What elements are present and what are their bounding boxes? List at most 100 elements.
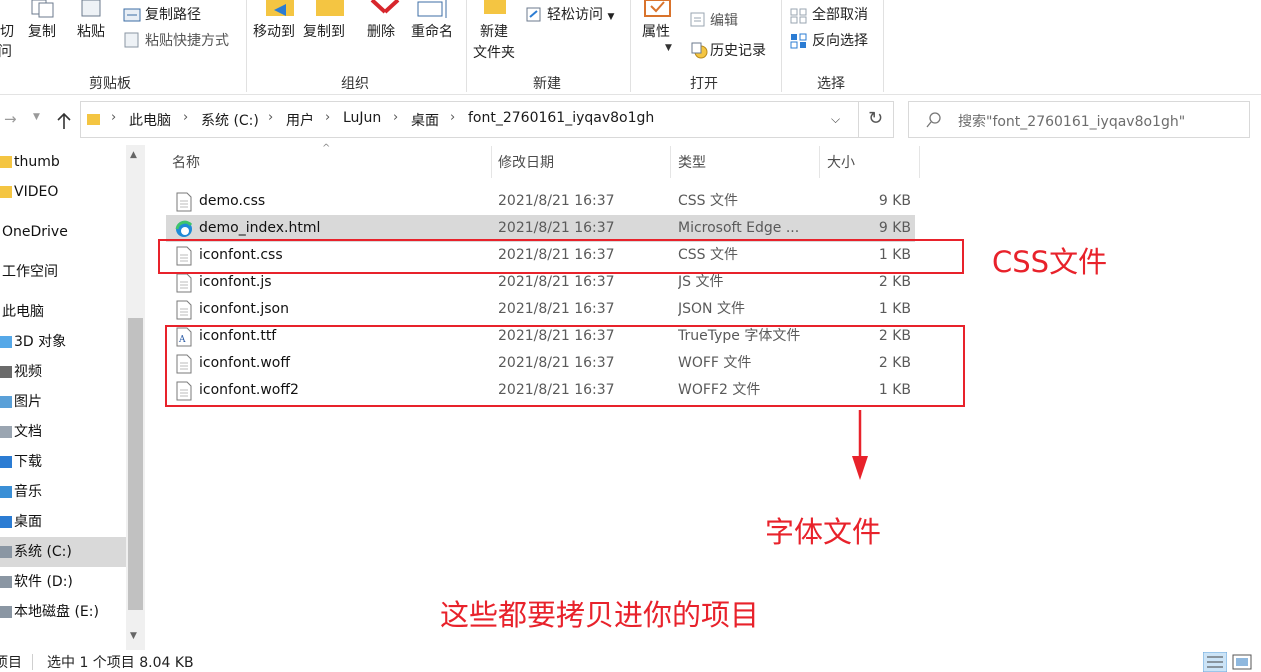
nav-item[interactable]: 文档: [0, 417, 126, 447]
column-divider[interactable]: [491, 146, 492, 178]
3d-objects-icon: [0, 336, 12, 348]
column-divider[interactable]: [670, 146, 671, 178]
breadcrumb-separator-icon[interactable]: ›: [325, 110, 330, 125]
nav-item-label: 音乐: [14, 484, 42, 500]
rename-icon: [417, 0, 447, 18]
nav-item-label: 此电脑: [2, 304, 44, 320]
paste-button[interactable]: 粘贴: [77, 22, 105, 42]
annotation-box-fonts: [165, 325, 965, 407]
annotation-arrow-icon: [852, 410, 868, 480]
breadcrumb-separator-icon[interactable]: ›: [268, 110, 273, 125]
drive-icon: [0, 606, 12, 618]
nav-item-label: OneDrive: [2, 224, 68, 240]
details-view-icon[interactable]: [1203, 652, 1227, 672]
ribbon-divider: [883, 0, 884, 92]
move-to-button[interactable]: 移动到: [253, 22, 295, 42]
chevron-down-icon: ▼: [607, 12, 615, 22]
nav-item[interactable]: 音乐: [0, 477, 126, 507]
nav-item[interactable]: 系统 (C:): [0, 537, 126, 567]
column-header-date[interactable]: 修改日期: [498, 152, 554, 174]
file-row[interactable]: demo.css 2021/8/21 16:37 CSS 文件 9 KB: [166, 188, 915, 215]
chevron-down-icon[interactable]: ▼: [665, 38, 672, 58]
navigation-scroll-thumb[interactable]: [128, 318, 143, 610]
video-icon: [0, 366, 12, 378]
breadcrumb-lujun[interactable]: LuJun: [343, 110, 381, 126]
search-placeholder: 搜索"font_2760161_iyqav8o1gh": [958, 114, 1186, 130]
breadcrumb-users[interactable]: 用户: [286, 110, 314, 130]
status-item-count: 项目: [0, 655, 22, 671]
column-header-type[interactable]: 类型: [678, 152, 706, 174]
status-selection: 选中 1 个项目 8.04 KB: [47, 655, 194, 671]
nav-item[interactable]: thumb: [0, 147, 126, 177]
cut-button[interactable]: 剪切: [0, 22, 14, 42]
back-arrow-icon[interactable]: →: [4, 110, 17, 128]
select-none-button[interactable]: 全部取消: [812, 5, 868, 25]
file-row[interactable]: demo_index.html 2021/8/21 16:37 Microsoft …: [166, 215, 915, 242]
breadcrumb-this-pc[interactable]: 此电脑: [129, 110, 171, 130]
select-group-label: 选择: [817, 76, 845, 92]
music-icon: [0, 486, 12, 498]
scroll-up-icon[interactable]: ▲: [130, 150, 137, 160]
download-icon: [0, 456, 12, 468]
nav-item[interactable]: 软件 (D:): [0, 567, 126, 597]
up-arrow-icon[interactable]: [56, 112, 72, 130]
nav-item[interactable]: VIDEO: [0, 177, 126, 207]
nav-item[interactable]: 下载: [0, 447, 126, 477]
breadcrumb-drive-c[interactable]: 系统 (C:): [201, 110, 259, 130]
select-none-icon: [790, 8, 807, 24]
address-history-chevron-icon[interactable]: ⌵: [831, 112, 840, 127]
breadcrumb-separator-icon[interactable]: ›: [393, 110, 398, 125]
edit-icon: [690, 12, 705, 27]
nav-item-label: 文档: [14, 424, 42, 440]
nav-item[interactable]: 3D 对象: [0, 327, 126, 357]
breadcrumb-desktop[interactable]: 桌面: [411, 110, 439, 130]
nav-item[interactable]: 本地磁盘 (E:): [0, 597, 126, 627]
easy-access-button[interactable]: 轻松访问 ▼: [547, 5, 614, 27]
copy-path-icon: [123, 8, 141, 22]
new-folder-button[interactable]: 新建: [480, 22, 508, 42]
nav-item[interactable]: 此电脑: [0, 297, 126, 327]
annotation-copy-note: 这些都要拷贝进你的项目: [440, 598, 760, 632]
breadcrumb-current-folder[interactable]: font_2760161_iyqav8o1gh: [468, 110, 654, 126]
nav-item[interactable]: 图片: [0, 387, 126, 417]
recent-chevron-icon[interactable]: ▼: [33, 112, 40, 122]
new-folder-icon: [484, 0, 506, 14]
large-icons-view-icon[interactable]: [1232, 654, 1252, 672]
file-icon: [176, 300, 192, 320]
copy-path-button[interactable]: 复制路径: [145, 5, 201, 25]
delete-button[interactable]: 删除: [367, 22, 395, 42]
nav-item[interactable]: 视频: [0, 357, 126, 387]
rename-button[interactable]: 重命名: [411, 22, 453, 42]
paste-shortcut-button[interactable]: 粘贴快捷方式: [145, 31, 229, 51]
column-header-name[interactable]: 名称: [172, 152, 200, 174]
refresh-icon[interactable]: ↻: [868, 108, 883, 129]
file-row[interactable]: iconfont.json 2021/8/21 16:37 JSON 文件 1 KB: [166, 296, 915, 323]
ribbon-divider: [630, 0, 631, 92]
delete-icon: [370, 0, 400, 14]
breadcrumb-separator-icon[interactable]: ›: [111, 110, 116, 125]
scroll-down-icon[interactable]: ▼: [130, 631, 137, 641]
ribbon: 剪切 问 复制 粘贴 复制路径 粘贴快捷方式 剪贴板 移动到 复制到 删除 重命…: [0, 0, 1261, 95]
edit-button[interactable]: 编辑: [710, 11, 738, 31]
new-folder-button-line2[interactable]: 文件夹: [473, 43, 515, 63]
file-icon: [176, 273, 192, 293]
breadcrumb-separator-icon[interactable]: ›: [183, 110, 188, 125]
copy-to-button[interactable]: 复制到: [303, 22, 345, 42]
column-header-size[interactable]: 大小: [827, 152, 855, 174]
file-size: 9 KB: [878, 220, 911, 236]
history-button[interactable]: 历史记录: [710, 41, 766, 61]
copy-button[interactable]: 复制: [28, 22, 56, 42]
nav-item[interactable]: OneDrive: [0, 217, 126, 247]
breadcrumb-separator-icon[interactable]: ›: [450, 110, 455, 125]
nav-item[interactable]: 桌面: [0, 507, 126, 537]
paste-shortcut-icon: [124, 32, 139, 48]
nav-item-label: VIDEO: [14, 184, 59, 200]
file-name: demo.css: [199, 193, 266, 209]
desktop-icon: [0, 516, 12, 528]
invert-selection-button[interactable]: 反向选择: [812, 31, 868, 51]
drive-icon: [0, 546, 12, 558]
file-date: 2021/8/21 16:37: [498, 220, 615, 236]
nav-item[interactable]: 工作空间: [0, 257, 126, 287]
column-divider[interactable]: [919, 146, 920, 178]
column-divider[interactable]: [819, 146, 820, 178]
